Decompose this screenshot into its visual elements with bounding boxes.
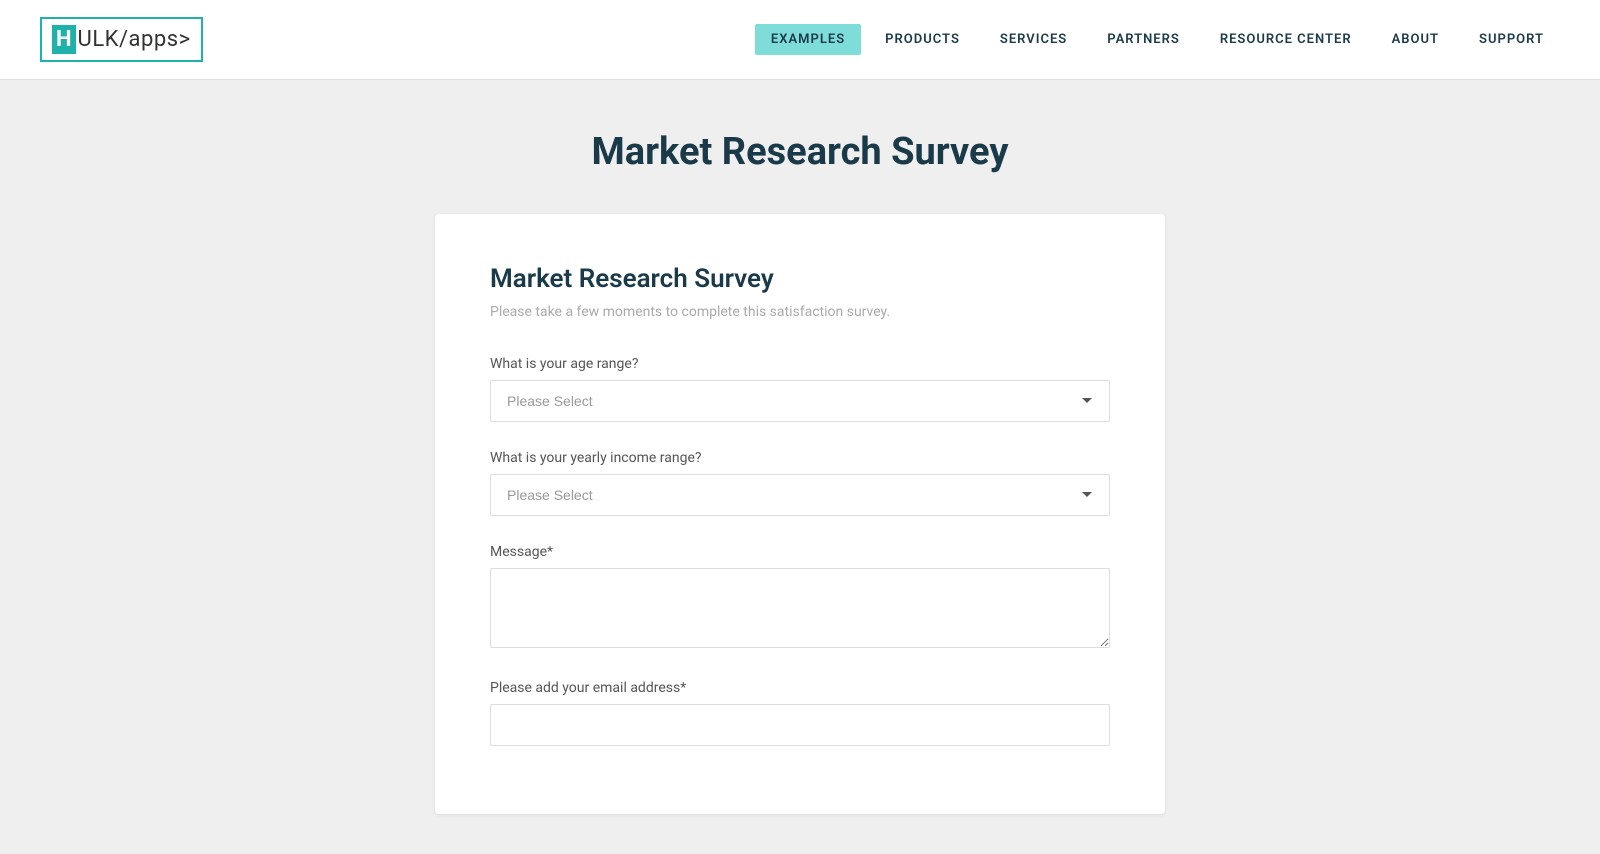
main-content: Market Research Survey Market Research S… (0, 80, 1600, 854)
age-range-label: What is your age range? (490, 356, 1110, 372)
income-range-select-wrapper: Please Select Under $25,000 $25,000 - $4… (490, 474, 1110, 516)
message-textarea[interactable] (490, 568, 1110, 648)
header: H ULK/apps> EXAMPLES PRODUCTS SERVICES P… (0, 0, 1600, 80)
nav-item-support[interactable]: SUPPORT (1463, 24, 1560, 55)
income-range-select[interactable]: Please Select Under $25,000 $25,000 - $4… (490, 474, 1110, 516)
age-range-select-wrapper: Please Select Under 18 18-24 25-34 35-44… (490, 380, 1110, 422)
income-range-group: What is your yearly income range? Please… (490, 450, 1110, 516)
nav-item-services[interactable]: SERVICES (984, 24, 1083, 55)
message-group: Message* (490, 544, 1110, 652)
logo[interactable]: H ULK/apps> (40, 17, 203, 62)
main-nav: EXAMPLES PRODUCTS SERVICES PARTNERS RESO… (755, 24, 1560, 55)
email-group: Please add your email address* (490, 680, 1110, 746)
logo-text: ULK/apps> (78, 27, 191, 52)
nav-item-products[interactable]: PRODUCTS (869, 24, 976, 55)
nav-item-resource-center[interactable]: RESOURCE CENTER (1204, 24, 1368, 55)
nav-item-about[interactable]: ABOUT (1376, 24, 1455, 55)
logo-box: H ULK/apps> (40, 17, 203, 62)
nav-item-partners[interactable]: PARTNERS (1091, 24, 1196, 55)
age-range-select[interactable]: Please Select Under 18 18-24 25-34 35-44… (490, 380, 1110, 422)
form-title: Market Research Survey (490, 264, 1110, 294)
income-range-label: What is your yearly income range? (490, 450, 1110, 466)
age-range-group: What is your age range? Please Select Un… (490, 356, 1110, 422)
message-label: Message* (490, 544, 1110, 560)
logo-h-letter: H (52, 25, 76, 54)
nav-item-examples[interactable]: EXAMPLES (755, 24, 861, 55)
form-subtitle: Please take a few moments to complete th… (490, 304, 1110, 320)
survey-form-card: Market Research Survey Please take a few… (435, 214, 1165, 814)
email-input[interactable] (490, 704, 1110, 746)
email-label: Please add your email address* (490, 680, 1110, 696)
page-title: Market Research Survey (20, 130, 1580, 174)
